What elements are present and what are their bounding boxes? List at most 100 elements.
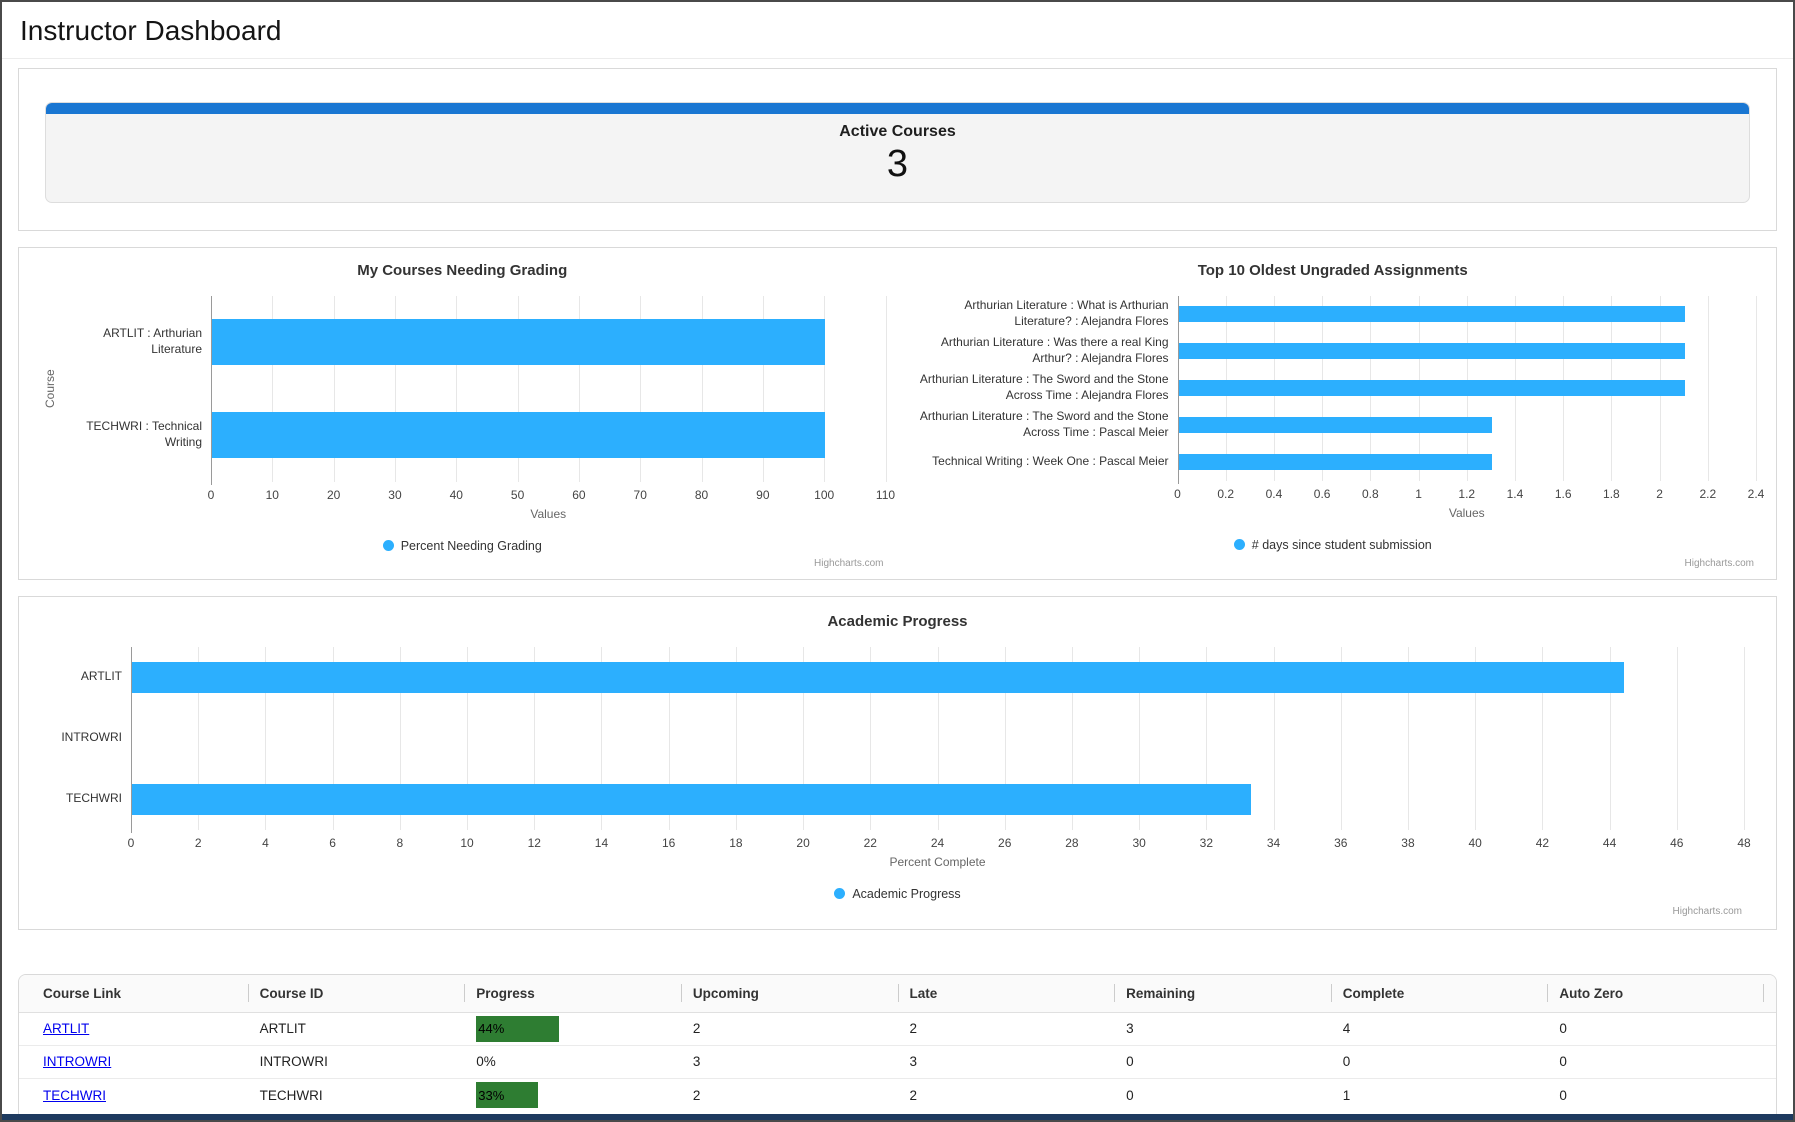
chart-legend: # days since student submission bbox=[910, 536, 1757, 554]
axis-tick-label: 38 bbox=[1401, 836, 1414, 850]
chart-bar[interactable] bbox=[1179, 454, 1492, 470]
progress-cell: 0% bbox=[464, 1054, 681, 1069]
axis-tick-label: 22 bbox=[864, 836, 877, 850]
plot-area bbox=[1178, 296, 1757, 481]
axis-tick-label: 10 bbox=[460, 836, 473, 850]
chart-bar[interactable] bbox=[212, 412, 825, 458]
axis-tick-label: 2.4 bbox=[1748, 487, 1765, 501]
gridline bbox=[1756, 296, 1757, 481]
complete-cell: 4 bbox=[1331, 1021, 1548, 1036]
x-axis-title-row: Percent Complete bbox=[51, 852, 1744, 872]
instructor-dashboard-page: Instructor Dashboard Active Courses 3 My… bbox=[0, 0, 1795, 1122]
axis-tick-label: 80 bbox=[695, 488, 708, 502]
axis-category-label: TECHWRI : Technical Writing bbox=[61, 389, 211, 482]
remaining-cell: 0 bbox=[1114, 1054, 1331, 1069]
progress-cell: 44% bbox=[464, 1016, 681, 1042]
column-header-upcoming: Upcoming bbox=[681, 975, 898, 1012]
axis-tick-label: 30 bbox=[1132, 836, 1145, 850]
gridline bbox=[886, 296, 887, 482]
category-labels: ARTLITINTROWRITECHWRI bbox=[51, 647, 131, 830]
column-header-remaining: Remaining bbox=[1114, 975, 1331, 1012]
axis-tick-label: 0.8 bbox=[1362, 487, 1379, 501]
course-link[interactable]: INTROWRI bbox=[43, 1054, 111, 1069]
x-axis: 0102030405060708090100110 bbox=[39, 482, 886, 504]
chart-bar[interactable] bbox=[1179, 306, 1685, 322]
axis-tick-label: 2 bbox=[1656, 487, 1663, 501]
course-id-cell: TECHWRI bbox=[248, 1088, 465, 1103]
axis-tick-label: 16 bbox=[662, 836, 675, 850]
axis-tick-label: 32 bbox=[1200, 836, 1213, 850]
x-axis-title: Percent Complete bbox=[131, 852, 1744, 872]
axis-tick-label: 0.2 bbox=[1217, 487, 1234, 501]
auto-zero-cell: 0 bbox=[1547, 1021, 1764, 1036]
category-labels: Arthurian Literature : What is Arthurian… bbox=[910, 296, 1178, 481]
column-header-course-link: Course Link bbox=[31, 975, 248, 1012]
highcharts-credit[interactable]: Highcharts.com bbox=[1685, 558, 1754, 569]
course-link[interactable]: ARTLIT bbox=[43, 1021, 89, 1036]
highcharts-credit[interactable]: Highcharts.com bbox=[1673, 906, 1742, 917]
axis-tick-label: 6 bbox=[329, 836, 336, 850]
complete-cell: 1 bbox=[1331, 1088, 1548, 1103]
axis-tick-label: 1 bbox=[1415, 487, 1422, 501]
axis-tick-label: 0.4 bbox=[1266, 487, 1283, 501]
axis-tick-label: 0 bbox=[1174, 487, 1181, 501]
chart-top-10-oldest-ungraded-assignments: Top 10 Oldest Ungraded AssignmentsArthur… bbox=[898, 262, 1769, 569]
chart-bar[interactable] bbox=[212, 319, 825, 365]
upcoming-cell: 2 bbox=[681, 1088, 898, 1103]
highcharts-credit[interactable]: Highcharts.com bbox=[814, 558, 883, 569]
y-axis-title: Course bbox=[39, 296, 61, 482]
x-axis-title-row: Values bbox=[910, 503, 1757, 523]
late-cell: 2 bbox=[898, 1088, 1115, 1103]
axis-tick-label: 2 bbox=[195, 836, 202, 850]
chart-bar[interactable] bbox=[132, 784, 1251, 815]
axis-category-label: TECHWRI bbox=[51, 769, 131, 830]
axis-tick-label: 90 bbox=[756, 488, 769, 502]
axis-tick-label: 34 bbox=[1267, 836, 1280, 850]
card-body: Active Courses 3 bbox=[46, 114, 1749, 202]
x-axis-title: Values bbox=[211, 504, 886, 524]
x-axis-ticks: 0246810121416182022242628303234363840424… bbox=[131, 830, 1744, 852]
auto-zero-cell: 0 bbox=[1547, 1088, 1764, 1103]
chart-academic-progress: Academic ProgressARTLITINTROWRITECHWRI02… bbox=[39, 613, 1756, 917]
chart-bar[interactable] bbox=[1179, 380, 1685, 396]
chart-bar[interactable] bbox=[1179, 343, 1685, 359]
column-header-late: Late bbox=[898, 975, 1115, 1012]
table-row: ARTLITARTLIT44%22340 bbox=[19, 1013, 1776, 1046]
axis-tick-label: 1.4 bbox=[1507, 487, 1524, 501]
progress-bar: 33% bbox=[476, 1082, 538, 1108]
legend-item[interactable]: Academic Progress bbox=[834, 887, 960, 901]
legend-item[interactable]: # days since student submission bbox=[1234, 538, 1432, 552]
course-link-cell: TECHWRI bbox=[31, 1088, 248, 1103]
gridline bbox=[1708, 296, 1709, 481]
chart-bar[interactable] bbox=[1179, 417, 1492, 433]
course-link[interactable]: TECHWRI bbox=[43, 1088, 106, 1103]
axis-category-label: Technical Writing : Week One : Pascal Me… bbox=[910, 444, 1178, 481]
active-courses-value: 3 bbox=[46, 141, 1749, 189]
legend-label: Academic Progress bbox=[852, 887, 960, 901]
axis-tick-label: 18 bbox=[729, 836, 742, 850]
chart-bar[interactable] bbox=[132, 662, 1624, 693]
x-axis: 00.20.40.60.811.21.41.61.822.22.4 bbox=[910, 481, 1757, 503]
axis-tick-label: 28 bbox=[1065, 836, 1078, 850]
axis-tick-label: 1.6 bbox=[1555, 487, 1572, 501]
legend-item[interactable]: Percent Needing Grading bbox=[383, 539, 542, 553]
chart-legend: Percent Needing Grading bbox=[39, 537, 886, 555]
axis-category-label: Arthurian Literature : The Sword and the… bbox=[910, 370, 1178, 407]
column-header-progress: Progress bbox=[464, 975, 681, 1012]
axis-tick-label: 50 bbox=[511, 488, 524, 502]
active-courses-label: Active Courses bbox=[46, 123, 1749, 141]
axis-tick-label: 20 bbox=[327, 488, 340, 502]
card-accent-bar bbox=[46, 103, 1749, 114]
auto-zero-cell: 0 bbox=[1547, 1054, 1764, 1069]
x-axis-title: Values bbox=[1178, 503, 1757, 523]
bottom-accent-bar bbox=[2, 1114, 1793, 1120]
axis-category-label: Arthurian Literature : Was there a real … bbox=[910, 333, 1178, 370]
legend-label: Percent Needing Grading bbox=[401, 539, 542, 553]
x-axis-ticks: 00.20.40.60.811.21.41.61.822.22.4 bbox=[1178, 481, 1757, 503]
chart-my-courses-needing-grading: My Courses Needing GradingCourseARTLIT :… bbox=[27, 262, 898, 569]
chart-body: CourseARTLIT : Arthurian LiteratureTECHW… bbox=[39, 296, 886, 482]
axis-tick-label: 30 bbox=[388, 488, 401, 502]
table-body: ARTLITARTLIT44%22340INTROWRIINTROWRI0%33… bbox=[19, 1013, 1776, 1112]
page-header: Instructor Dashboard bbox=[2, 2, 1793, 59]
axis-category-label: INTROWRI bbox=[51, 708, 131, 769]
